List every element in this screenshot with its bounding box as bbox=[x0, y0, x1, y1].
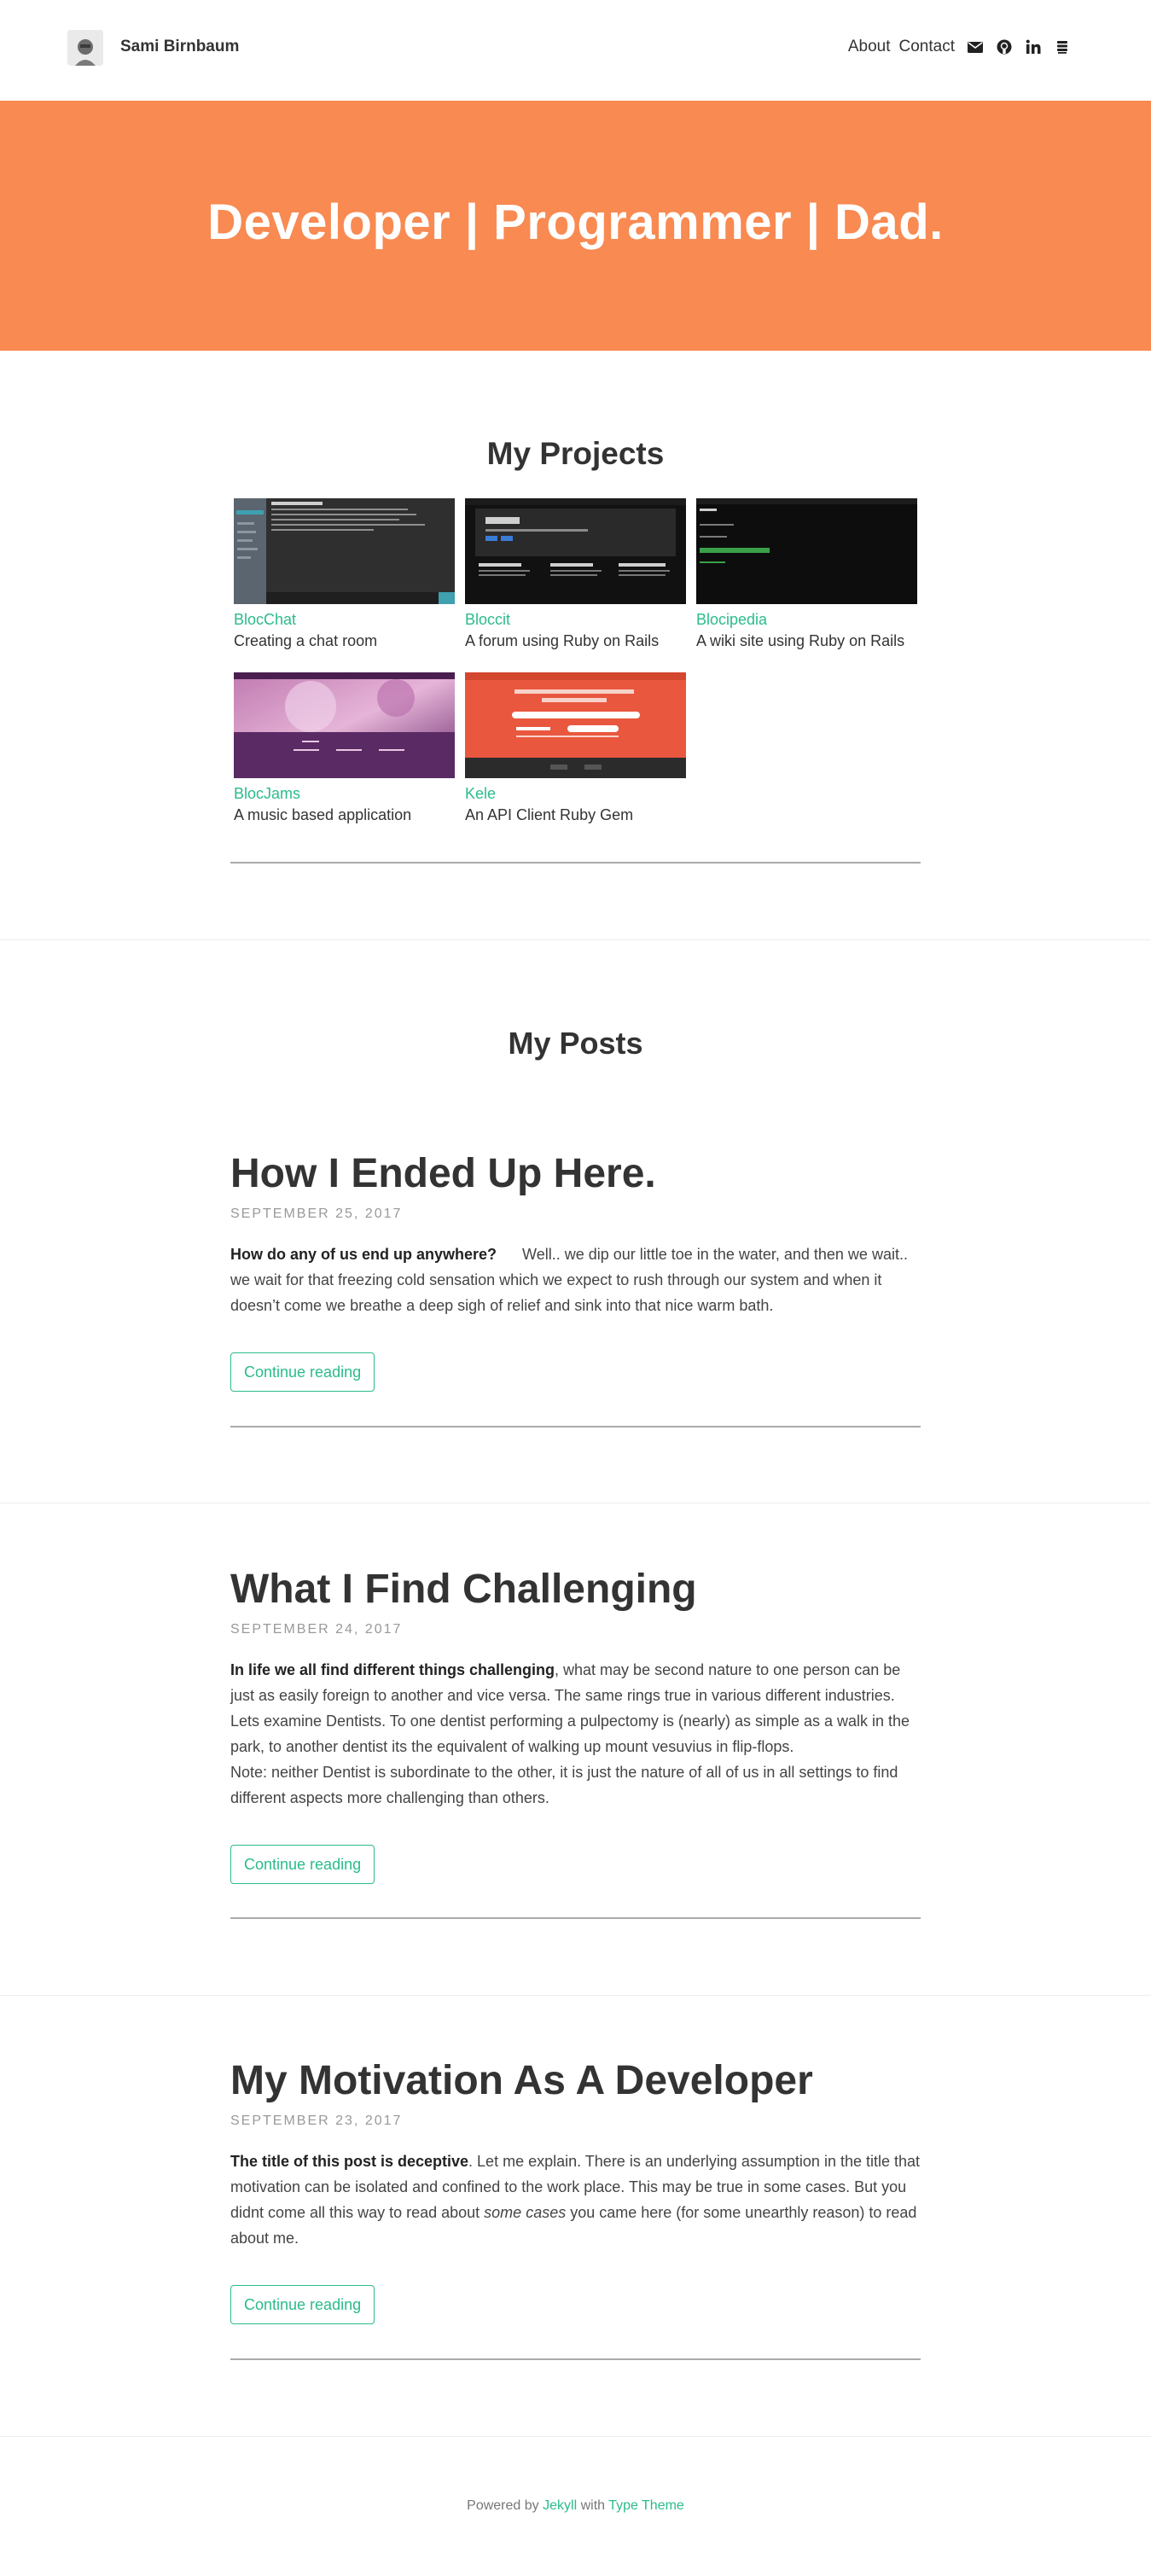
continue-reading-button[interactable]: Continue reading bbox=[230, 1845, 375, 1884]
continue-reading-button[interactable]: Continue reading bbox=[230, 1352, 375, 1392]
hero-title: Developer | Programmer | Dad. bbox=[207, 195, 944, 250]
project-card-blocipedia: Blocipedia A wiki site using Ruby on Rai… bbox=[696, 498, 917, 652]
project-name[interactable]: BlocJams bbox=[234, 783, 455, 804]
project-card-blocchat: BlocChat Creating a chat room bbox=[234, 498, 455, 652]
post-excerpt-note: Note: neither Dentist is subordinate to … bbox=[230, 1764, 898, 1806]
section-separator bbox=[0, 939, 1151, 940]
project-card-blocjams: BlocJams A music based application bbox=[234, 672, 455, 826]
post-date: SEPTEMBER 23, 2017 bbox=[230, 2114, 403, 2128]
post-excerpt: In life we all find different things cha… bbox=[230, 1657, 921, 1811]
nav-about-link[interactable]: About bbox=[848, 38, 891, 56]
site-title[interactable]: Sami Birnbaum bbox=[120, 34, 239, 60]
post-excerpt: How do any of us end up anywhere? Well..… bbox=[230, 1241, 921, 1318]
project-card-kele: Kele An API Client Ruby Gem bbox=[465, 672, 686, 826]
post-divider bbox=[230, 1917, 921, 1919]
avatar[interactable] bbox=[67, 30, 103, 66]
post-excerpt-emphasis: some cases bbox=[484, 2204, 567, 2221]
project-description: Creating a chat room bbox=[234, 632, 378, 649]
nav-contact-link[interactable]: Contact bbox=[899, 38, 955, 56]
project-thumbnail[interactable] bbox=[465, 498, 686, 604]
project-thumbnail[interactable] bbox=[234, 672, 455, 778]
projects-divider bbox=[230, 862, 921, 864]
project-card-bloccit: Bloccit A forum using Ruby on Rails bbox=[465, 498, 686, 652]
envelope-icon[interactable] bbox=[967, 38, 984, 55]
post-excerpt-lead: The title of this post is deceptive bbox=[230, 2153, 469, 2170]
footer-theme-link[interactable]: Type Theme bbox=[608, 2498, 684, 2513]
section-separator bbox=[0, 2436, 1151, 2437]
project-name[interactable]: Bloccit bbox=[465, 609, 686, 630]
project-description: A wiki site using Ruby on Rails bbox=[696, 632, 905, 649]
site-footer: Powered by Jekyll with Type Theme bbox=[0, 2496, 1151, 2516]
post-title[interactable]: My Motivation As A Developer bbox=[230, 2056, 813, 2107]
post-title[interactable]: What I Find Challenging bbox=[230, 1564, 697, 1615]
project-name[interactable]: BlocChat bbox=[234, 609, 455, 630]
post-divider bbox=[230, 1426, 921, 1428]
post-date: SEPTEMBER 25, 2017 bbox=[230, 1207, 403, 1221]
hero-banner: Developer | Programmer | Dad. bbox=[0, 101, 1151, 351]
post-date: SEPTEMBER 24, 2017 bbox=[230, 1622, 403, 1637]
post-excerpt-lead: How do any of us end up anywhere? bbox=[230, 1246, 497, 1263]
project-description: A forum using Ruby on Rails bbox=[465, 632, 660, 649]
project-thumbnail[interactable] bbox=[465, 672, 686, 778]
stack-icon[interactable] bbox=[1054, 38, 1071, 55]
project-thumbnail[interactable] bbox=[696, 498, 917, 604]
continue-reading-button[interactable]: Continue reading bbox=[230, 2285, 375, 2324]
projects-heading: My Projects bbox=[486, 436, 665, 471]
post-excerpt-lead: In life we all find different things cha… bbox=[230, 1661, 555, 1678]
post-excerpt: The title of this post is deceptive. Let… bbox=[230, 2149, 921, 2251]
footer-jekyll-link[interactable]: Jekyll bbox=[543, 2498, 577, 2513]
project-thumbnail[interactable] bbox=[234, 498, 455, 604]
post-title[interactable]: How I Ended Up Here. bbox=[230, 1148, 656, 1200]
github-icon[interactable] bbox=[996, 38, 1013, 55]
project-name[interactable]: Kele bbox=[465, 783, 686, 804]
main-nav: About Contact bbox=[840, 32, 1071, 61]
site-header: Sami Birnbaum About Contact bbox=[0, 0, 1151, 101]
footer-prefix: Powered by bbox=[467, 2498, 539, 2513]
project-name[interactable]: Blocipedia bbox=[696, 609, 917, 630]
post-divider bbox=[230, 2358, 921, 2360]
footer-middle: with bbox=[580, 2498, 606, 2513]
project-description: A music based application bbox=[234, 806, 412, 823]
posts-heading: My Posts bbox=[508, 1026, 643, 1061]
section-separator bbox=[0, 1995, 1151, 1996]
project-description: An API Client Ruby Gem bbox=[465, 806, 634, 823]
linkedin-icon[interactable] bbox=[1025, 38, 1042, 55]
